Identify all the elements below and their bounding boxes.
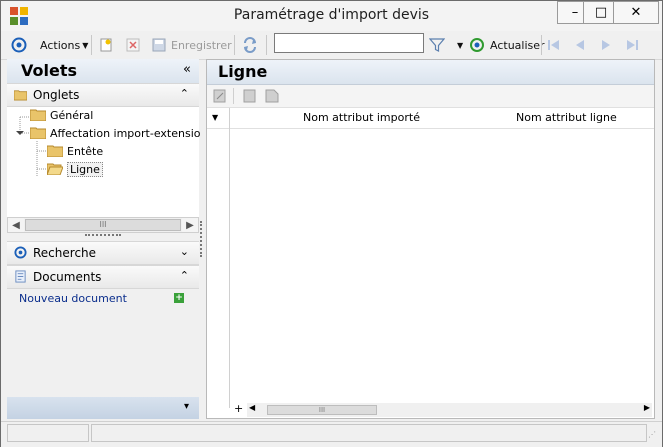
toolbar-separator (91, 35, 92, 55)
scroll-right-icon[interactable]: ▶ (182, 218, 198, 232)
recherche-section-header[interactable]: Recherche ⌄ (7, 241, 199, 265)
toolbar-separator (234, 35, 235, 55)
documents-section-header[interactable]: Documents ⌃ (7, 265, 199, 289)
scroll-left-icon[interactable]: ◀ (8, 218, 24, 232)
ligne-title: Ligne (218, 62, 268, 81)
onglets-section-header[interactable]: Onglets ⌃ (7, 83, 199, 107)
tree-item-general[interactable]: Général (30, 107, 93, 123)
scroll-right-icon[interactable]: ▶ (644, 403, 650, 412)
chevron-down-icon: ▼ (457, 40, 464, 50)
folder-icon (14, 90, 27, 101)
grid-toolbar (207, 85, 654, 108)
add-document-icon[interactable]: + (174, 293, 184, 303)
folder-icon (30, 109, 46, 121)
refresh-button[interactable]: Actualiser (469, 35, 545, 55)
copy-row-icon[interactable] (243, 89, 257, 103)
tree-item-label: Ligne (67, 161, 103, 177)
title-bar: Paramétrage d'import devis – □ ✕ (1, 1, 662, 31)
delete-icon (126, 38, 140, 52)
onglets-label: Onglets (33, 88, 80, 102)
resize-grip-icon[interactable]: ⋰ (648, 430, 656, 439)
recherche-label: Recherche (33, 246, 97, 260)
panel-splitter-handle[interactable] (85, 234, 121, 239)
filter-icon (429, 38, 445, 52)
delete-button[interactable] (126, 35, 140, 55)
grid-column-header: ▼ Nom attribut importé Nom attribut lign… (207, 108, 654, 129)
new-document-link[interactable]: Nouveau document (19, 292, 127, 305)
tree-item-label: Entête (67, 144, 104, 158)
status-segment (91, 424, 647, 442)
row-selector-column (207, 108, 230, 408)
save-icon (152, 38, 166, 52)
status-bar: ⋰ (1, 421, 662, 447)
column-header[interactable]: Nom attribut ligne (516, 111, 617, 124)
refresh-icon (470, 38, 484, 52)
save-button[interactable]: Enregistrer (152, 35, 232, 55)
scrollbar-thumb[interactable]: III (25, 219, 181, 231)
tree-item-ligne[interactable]: Ligne (47, 161, 103, 177)
status-segment (7, 424, 89, 442)
paste-row-icon[interactable] (265, 89, 279, 103)
next-record-button[interactable] (599, 35, 613, 55)
documents-label: Documents (33, 270, 102, 284)
refresh-label: Actualiser (490, 38, 545, 52)
actions-menu-button[interactable]: Actions ▼ (40, 35, 88, 55)
collapse-section-icon[interactable]: ⌃ (180, 269, 189, 282)
vertical-splitter-handle[interactable] (200, 221, 205, 257)
column-header[interactable]: Nom attribut importé (303, 111, 420, 124)
tree-horizontal-scrollbar[interactable]: ◀ III ▶ (7, 217, 199, 233)
edit-row-icon[interactable] (213, 89, 227, 103)
toolbar-separator (541, 35, 542, 55)
grid-horizontal-scrollbar[interactable]: ◀ III ▶ (247, 403, 652, 417)
previous-record-button[interactable] (573, 35, 587, 55)
new-record-icon (100, 38, 112, 52)
ligne-panel: Ligne ▼ Nom attribut importé Nom attribu… (206, 59, 655, 419)
volets-title: Volets (21, 61, 78, 80)
panel-footer: ▾ (7, 397, 199, 419)
sync-button[interactable] (242, 35, 258, 55)
toolbar-separator (266, 35, 267, 55)
folder-icon (47, 145, 63, 157)
maximize-icon: □ (594, 5, 608, 20)
expand-section-icon[interactable]: ⌄ (180, 245, 189, 258)
tree-item-entete[interactable]: Entête (47, 143, 103, 159)
chevron-down-icon[interactable]: ▾ (184, 401, 189, 412)
open-folder-icon (47, 163, 63, 175)
new-record-button[interactable] (99, 35, 113, 55)
save-label: Enregistrer (171, 38, 232, 52)
tree-item-affectation[interactable]: Affectation import-extensio (30, 125, 200, 141)
collapse-section-icon[interactable]: ⌃ (180, 87, 189, 100)
search-nav-icon (14, 246, 27, 259)
first-record-button[interactable] (547, 35, 561, 55)
tree-item-label: Affectation import-extensio (50, 126, 201, 140)
close-button[interactable]: ✕ (613, 1, 659, 24)
scroll-left-icon[interactable]: ◀ (249, 403, 255, 412)
volets-header: Volets « (7, 59, 199, 84)
ligne-header: Ligne (207, 60, 654, 85)
folder-icon (30, 127, 46, 139)
tree-item-label: Général (50, 108, 94, 122)
minimize-icon: – (571, 5, 579, 20)
app-window: Paramétrage d'import devis – □ ✕ Actions… (0, 0, 663, 447)
previous-icon (576, 40, 584, 50)
last-record-button[interactable] (625, 35, 639, 55)
last-icon (627, 40, 638, 50)
next-icon (602, 40, 610, 50)
close-icon: ✕ (630, 5, 642, 20)
scrollbar-thumb[interactable]: III (267, 405, 377, 415)
filter-button[interactable]: ▼ (429, 35, 463, 55)
main-toolbar: Actions ▼ Enregistrer ▼ Actualiser (1, 31, 662, 60)
search-input[interactable] (274, 33, 424, 53)
toolbar-separator (233, 88, 234, 104)
first-icon (548, 40, 559, 50)
chevron-down-icon: ▼ (82, 40, 89, 50)
sync-icon (244, 37, 256, 53)
navigation-icon[interactable] (11, 35, 27, 55)
volets-panel: Volets « Onglets ⌃ Général Affectation i… (7, 59, 200, 419)
actions-label: Actions (40, 38, 81, 52)
add-row-icon[interactable]: + (234, 402, 243, 415)
tabs-tree: Général Affectation import-extensio Entê… (7, 107, 200, 217)
document-icon (15, 270, 26, 283)
collapse-panel-icon[interactable]: « (183, 62, 191, 77)
